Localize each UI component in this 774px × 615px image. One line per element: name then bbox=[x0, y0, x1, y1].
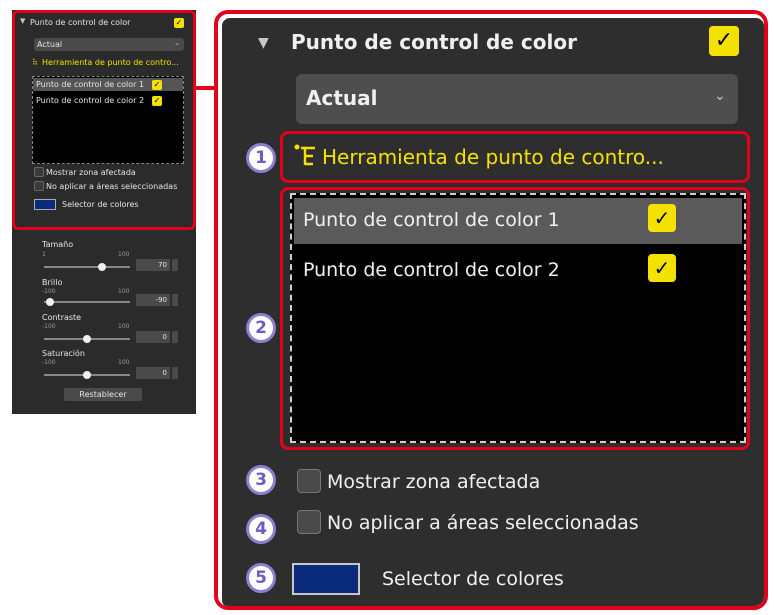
point-2-checkbox[interactable]: ✓ bbox=[648, 254, 676, 282]
slider-size-min: 1 bbox=[42, 251, 46, 258]
color-picker-label: Selector de colores bbox=[382, 568, 564, 590]
show-affected-checkbox[interactable] bbox=[297, 469, 321, 493]
slider-brightness-knob[interactable] bbox=[46, 298, 54, 306]
slider-saturation-spinner[interactable] bbox=[172, 367, 178, 379]
callout-badge-3: 3 bbox=[246, 465, 276, 495]
enable-checkbox[interactable]: ✓ bbox=[709, 26, 739, 56]
point-1-checkbox[interactable]: ✓ bbox=[648, 204, 676, 232]
callout-badge-1: 1 bbox=[246, 143, 276, 173]
show-affected-label: Mostrar zona afectada bbox=[327, 471, 541, 493]
slider-contrast-value[interactable]: 0 bbox=[136, 331, 170, 343]
point-item-1[interactable]: Punto de control de color 1 bbox=[303, 209, 560, 231]
slider-brightness-max: 100 bbox=[118, 288, 130, 295]
no-apply-checkbox[interactable] bbox=[297, 510, 321, 534]
slider-label-brightness: Brillo bbox=[42, 278, 63, 287]
slider-saturation-max: 100 bbox=[118, 359, 130, 366]
thumbnail-highlight-frame bbox=[12, 10, 196, 230]
point-item-2[interactable]: Punto de control de color 2 bbox=[303, 259, 560, 281]
slider-label-size: Tamaño bbox=[42, 240, 74, 249]
slider-contrast-knob[interactable] bbox=[83, 335, 91, 343]
slider-brightness-min: -100 bbox=[42, 288, 56, 295]
zoom-connector bbox=[196, 86, 216, 90]
callout-badge-4: 4 bbox=[246, 514, 276, 544]
slider-size-spinner[interactable] bbox=[172, 259, 178, 271]
reset-button[interactable]: Restablecer bbox=[64, 388, 142, 401]
color-swatch[interactable] bbox=[292, 563, 360, 595]
collapse-triangle-icon[interactable]: ▼ bbox=[258, 35, 269, 51]
dropdown-value: Actual bbox=[306, 86, 378, 110]
callout-badge-2: 2 bbox=[246, 313, 276, 343]
dropdown-select[interactable]: Actual ⌄ bbox=[296, 74, 738, 124]
slider-size-track[interactable] bbox=[44, 266, 130, 268]
slider-size-value[interactable]: 70 bbox=[136, 259, 170, 271]
slider-label-contrast: Contraste bbox=[42, 313, 82, 322]
chevron-down-icon: ⌄ bbox=[714, 88, 726, 104]
slider-size-max: 100 bbox=[118, 251, 130, 258]
slider-contrast-max: 100 bbox=[118, 323, 130, 330]
slider-brightness-track[interactable] bbox=[44, 301, 130, 303]
slider-label-saturation: Saturación bbox=[42, 349, 85, 358]
slider-contrast-spinner[interactable] bbox=[172, 331, 178, 343]
no-apply-label: No aplicar a áreas seleccionadas bbox=[327, 512, 639, 534]
slider-saturation-value[interactable]: 0 bbox=[136, 367, 170, 379]
slider-saturation-min: -100 bbox=[42, 359, 56, 366]
callout-badge-5: 5 bbox=[246, 563, 276, 593]
slider-brightness-spinner[interactable] bbox=[172, 294, 178, 306]
tool-link[interactable]: Herramienta de punto de contro... bbox=[322, 145, 664, 169]
slider-contrast-min: -100 bbox=[42, 323, 56, 330]
slider-saturation-knob[interactable] bbox=[83, 371, 91, 379]
panel-title: Punto de control de color bbox=[291, 30, 577, 54]
slider-brightness-value[interactable]: -90 bbox=[136, 294, 170, 306]
slider-size-knob[interactable] bbox=[98, 263, 106, 271]
control-point-tool-icon bbox=[293, 143, 319, 169]
